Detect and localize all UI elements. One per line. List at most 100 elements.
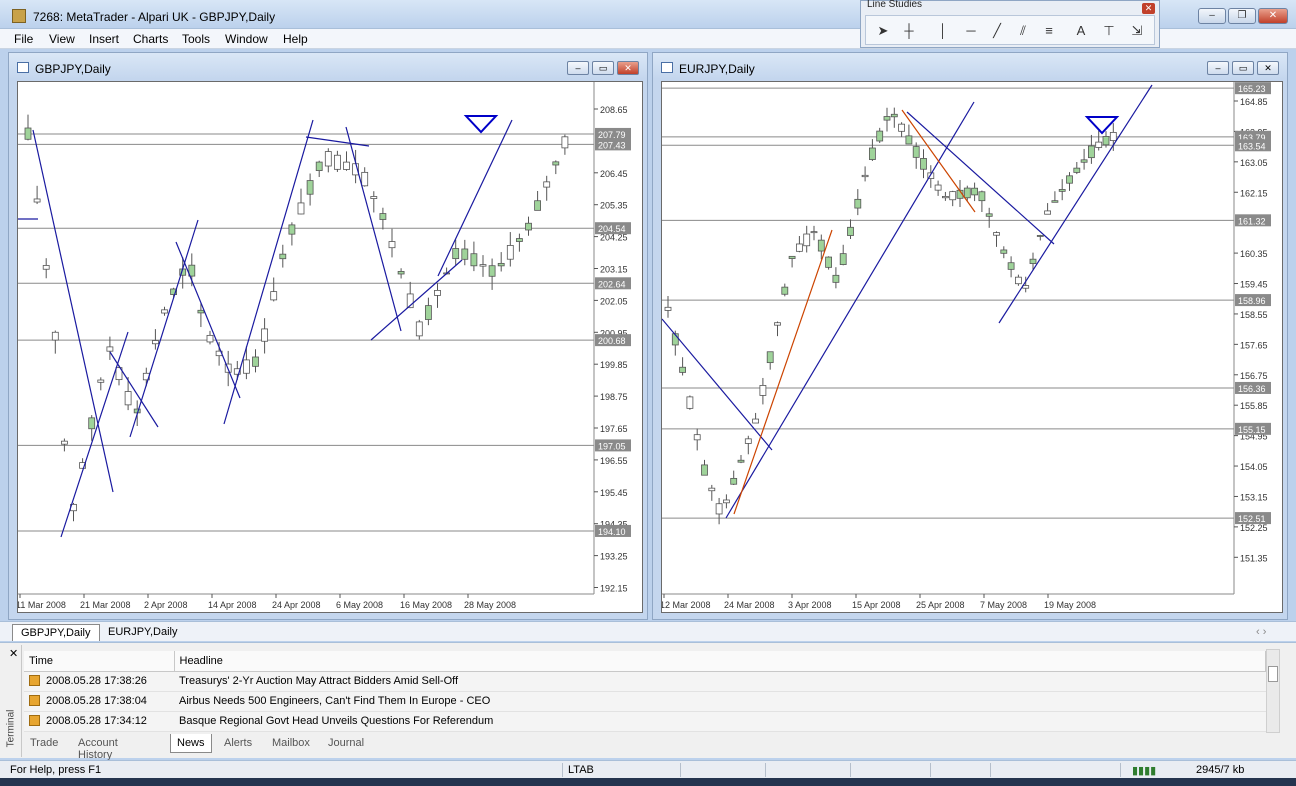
candle xyxy=(525,222,532,231)
candle xyxy=(1109,132,1117,141)
candle xyxy=(993,232,1000,236)
status-profile: LTAB xyxy=(568,764,594,776)
menu-insert[interactable]: Insert xyxy=(89,32,119,46)
eurjpy-chart[interactable]: 164.85163.95163.05162.15160.35159.45158.… xyxy=(662,82,1282,612)
candle xyxy=(397,271,405,275)
tab-gbpjpy[interactable]: GBPJPY,Daily xyxy=(12,624,100,641)
candle xyxy=(434,289,441,296)
triangle-marker xyxy=(1084,116,1120,135)
price-tick-label: 192.15 xyxy=(600,584,628,594)
candle xyxy=(297,202,305,215)
date-tick-label: 24 Apr 2008 xyxy=(272,600,321,610)
chart-close-button[interactable]: ✕ xyxy=(1257,61,1279,75)
price-tag-label: 152.51 xyxy=(1238,514,1266,524)
candle xyxy=(51,331,59,341)
candle xyxy=(488,265,496,277)
candle xyxy=(686,396,694,409)
tab-trade[interactable]: Trade xyxy=(24,734,64,753)
candle xyxy=(106,346,114,352)
price-tag-label: 156.36 xyxy=(1238,384,1266,394)
news-time: 2008.05.28 17:38:04 xyxy=(46,695,147,707)
price-tag-label: 207.43 xyxy=(598,140,626,150)
candle xyxy=(890,113,898,118)
trendline xyxy=(60,331,129,538)
restore-button[interactable]: ❐ xyxy=(1228,8,1256,24)
chart-close-button[interactable]: ✕ xyxy=(617,61,639,75)
tab-mailbox[interactable]: Mailbox xyxy=(266,734,316,753)
menu-view[interactable]: View xyxy=(49,32,75,46)
menu-charts[interactable]: Charts xyxy=(133,32,168,46)
vertical-line-icon[interactable]: │ xyxy=(932,20,954,42)
news-scrollbar[interactable] xyxy=(1266,649,1280,733)
candle xyxy=(978,191,986,202)
candle xyxy=(242,359,250,374)
candle xyxy=(817,239,825,252)
candle xyxy=(534,200,541,211)
candle xyxy=(1000,249,1008,254)
candle xyxy=(708,487,716,492)
column-header-headline[interactable]: Headline xyxy=(174,651,1266,672)
tab-alerts[interactable]: Alerts xyxy=(218,734,258,753)
candle xyxy=(752,418,759,424)
trendline xyxy=(998,84,1153,324)
price-tick-label: 198.75 xyxy=(600,392,628,402)
gbpjpy-chart-window[interactable]: GBPJPY,Daily ‒ ▭ ✕ 208.65 206.45 205.35 204… xyxy=(8,52,648,620)
chart-maximize-button[interactable]: ▭ xyxy=(592,61,614,75)
trendline-icon[interactable]: ╱ xyxy=(986,20,1008,42)
candle xyxy=(97,379,105,383)
menu-tools[interactable]: Tools xyxy=(182,32,210,46)
price-tick-label: 197.65 xyxy=(600,424,628,434)
terminal-close-icon[interactable]: ✕ xyxy=(9,647,18,660)
menu-window[interactable]: Window xyxy=(225,32,268,46)
candle xyxy=(333,154,341,170)
tab-scroll-arrows[interactable]: ‹ › xyxy=(1248,624,1274,641)
chart-minimize-button[interactable]: ‒ xyxy=(567,61,589,75)
candle xyxy=(1051,200,1059,203)
close-button[interactable]: ✕ xyxy=(1258,8,1288,24)
candle xyxy=(1073,167,1081,173)
price-tick-label: 195.45 xyxy=(600,488,628,498)
chart-maximize-button[interactable]: ▭ xyxy=(1232,61,1254,75)
eurjpy-chart-window[interactable]: EURJPY,Daily ‒ ▭ ✕ 164.85163.95163.05162… xyxy=(652,52,1288,620)
candle xyxy=(868,147,876,160)
tab-eurjpy[interactable]: EURJPY,Daily xyxy=(100,624,186,641)
news-time: 2008.05.28 17:34:12 xyxy=(46,715,147,727)
news-icon xyxy=(29,675,40,686)
column-header-time[interactable]: Time xyxy=(24,651,175,672)
trendline xyxy=(175,241,241,399)
fibonacci-icon[interactable]: ≡ xyxy=(1038,20,1060,42)
menu-help[interactable]: Help xyxy=(283,32,308,46)
terminal-label: Terminal xyxy=(5,709,17,748)
candle xyxy=(730,477,738,485)
line-studies-close-button[interactable]: ✕ xyxy=(1142,3,1155,14)
candle xyxy=(723,499,730,504)
menu-file[interactable]: File xyxy=(14,32,33,46)
gbpjpy-chart[interactable]: 208.65206.45205.35204.25203.15202.05200.… xyxy=(18,82,642,612)
price-tag-label: 161.32 xyxy=(1238,216,1266,226)
cursor-icon[interactable]: ➤ xyxy=(872,20,894,42)
date-tick-label: 3 Apr 2008 xyxy=(788,600,832,610)
candle xyxy=(552,161,560,166)
news-icon xyxy=(29,695,40,706)
chart-minimize-button[interactable]: ‒ xyxy=(1207,61,1229,75)
candle xyxy=(33,198,41,203)
channel-icon[interactable]: ⫽ xyxy=(1012,20,1034,42)
table-row[interactable]: 2008.05.28 17:34:12 Basque Regional Govt… xyxy=(24,711,1266,732)
text-icon[interactable]: A xyxy=(1070,20,1092,42)
tab-journal[interactable]: Journal xyxy=(322,734,370,753)
minimize-button[interactable]: ‒ xyxy=(1198,8,1226,24)
tab-news[interactable]: News xyxy=(170,734,212,753)
price-tick-label: 163.05 xyxy=(1240,158,1268,168)
table-row[interactable]: 2008.05.28 17:38:04 Airbus Needs 500 Eng… xyxy=(24,691,1266,712)
horizontal-line-icon[interactable]: ─ xyxy=(960,20,982,42)
tab-account-history[interactable]: Account History xyxy=(72,734,124,761)
arrows-icon[interactable]: ⇲ xyxy=(1126,20,1148,42)
table-row[interactable]: 2008.05.28 17:38:26 Treasurys' 2-Yr Auct… xyxy=(24,671,1266,692)
candle xyxy=(985,213,993,217)
candle xyxy=(788,255,796,259)
date-tick-label: 11 Mar 2008 xyxy=(18,600,66,610)
candle xyxy=(497,262,505,267)
text-label-icon[interactable]: ⊤ xyxy=(1098,20,1120,42)
price-tick-label: 157.65 xyxy=(1240,340,1268,350)
crosshair-icon[interactable]: ┼ xyxy=(898,20,920,42)
